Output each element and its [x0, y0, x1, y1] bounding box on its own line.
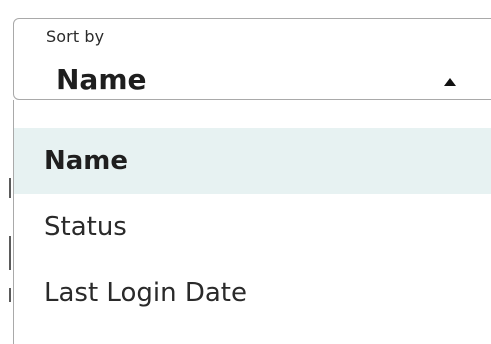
left-edge-mark — [9, 178, 11, 198]
sort-option-name[interactable]: Name — [14, 128, 491, 194]
sort-option-label: Last Login Date — [44, 278, 247, 308]
sort-option-last-login-date[interactable]: Last Login Date — [14, 260, 491, 326]
sort-option-label: Status — [44, 212, 127, 242]
sort-option-status[interactable]: Status — [14, 194, 491, 260]
sort-selected-value: Name — [56, 63, 147, 96]
sort-by-dropdown: Sort by Name Name Status Last Login Date — [0, 0, 491, 344]
left-edge-mark — [9, 288, 11, 302]
left-edge-mark — [9, 236, 11, 270]
sort-select-label: Sort by — [40, 27, 111, 47]
sort-options-menu: Name Status Last Login Date — [13, 100, 491, 344]
sort-option-label: Name — [44, 146, 129, 176]
sort-select-field[interactable]: Sort by Name — [13, 18, 491, 100]
arrow-up-icon[interactable] — [444, 78, 456, 86]
